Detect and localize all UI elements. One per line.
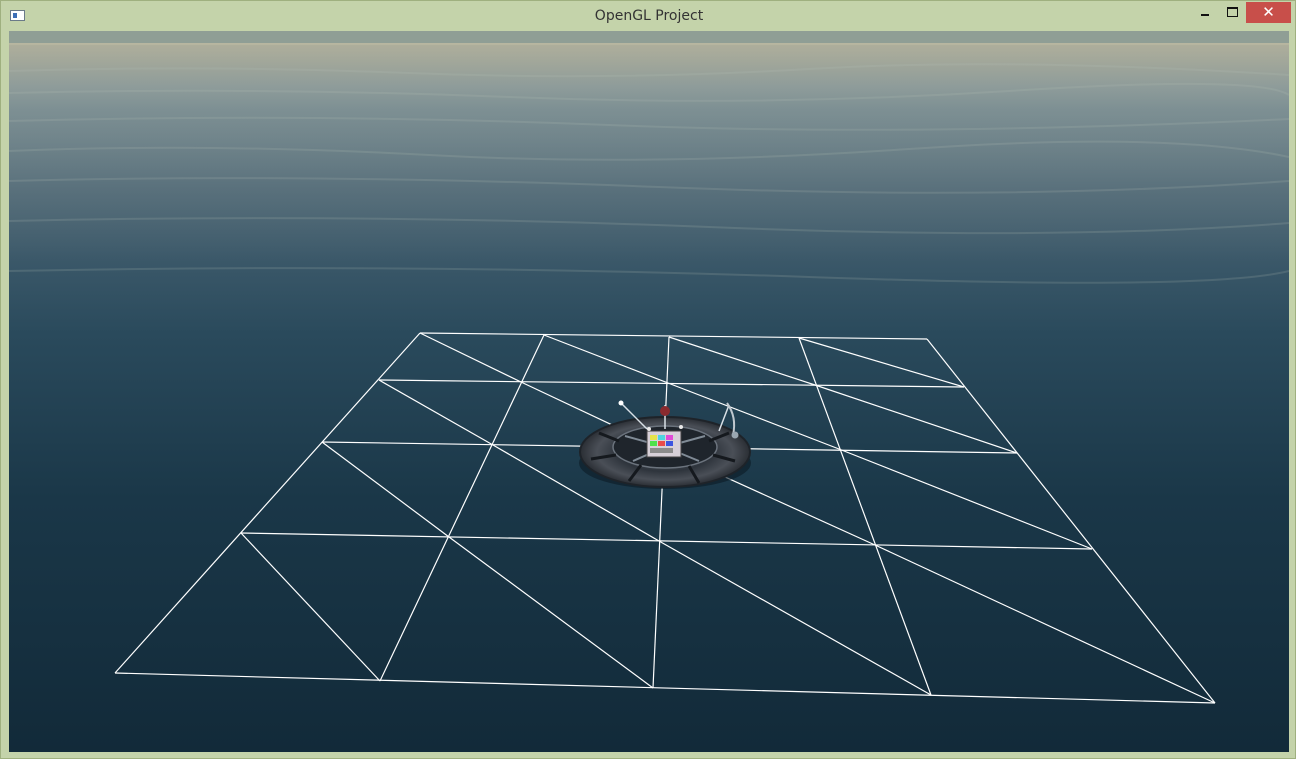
- title-bar[interactable]: OpenGL Project ✕: [1, 1, 1296, 31]
- ocean-scene: [9, 31, 1289, 752]
- close-button[interactable]: ✕: [1246, 2, 1291, 23]
- color-swatch: [666, 435, 673, 440]
- minimize-icon: [1201, 14, 1209, 16]
- figure-head: [660, 406, 670, 416]
- app-window: OpenGL Project ✕: [0, 0, 1296, 759]
- close-icon: ✕: [1262, 3, 1275, 21]
- color-swatch: [650, 435, 657, 440]
- color-swatch: [650, 448, 673, 453]
- beacon-light: [618, 400, 624, 406]
- horizon-haze: [9, 31, 1289, 45]
- color-swatch: [658, 435, 665, 440]
- color-swatch: [658, 441, 665, 446]
- maximize-icon: [1226, 7, 1238, 17]
- opengl-viewport[interactable]: [9, 31, 1289, 752]
- window-title: OpenGL Project: [594, 8, 704, 24]
- marker-light: [679, 425, 683, 429]
- lamp-post-base: [731, 431, 739, 439]
- color-swatch: [650, 441, 657, 446]
- maximize-button[interactable]: [1220, 2, 1244, 23]
- minimize-button[interactable]: [1193, 2, 1217, 23]
- color-swatch: [666, 441, 673, 446]
- marker-light: [647, 427, 651, 431]
